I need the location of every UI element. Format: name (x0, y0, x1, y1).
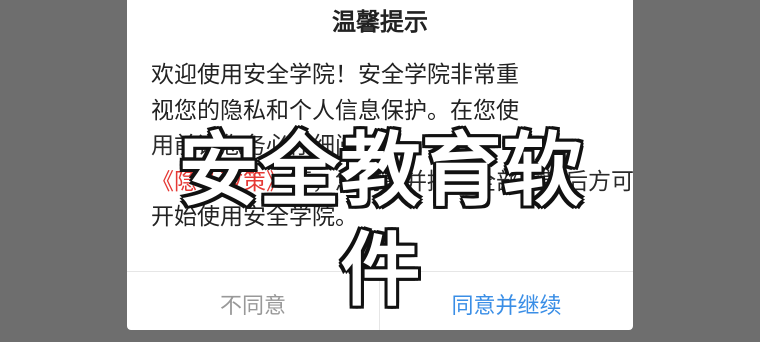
message-line-4: 《隐私政策》等，您同意并接受全部条款后方可 (151, 165, 634, 201)
disagree-button[interactable]: 不同意 (127, 272, 379, 330)
message-line-3: 用前请您务必仔细阅读 (151, 133, 381, 159)
message-line-1: 欢迎使用安全学院！安全学院非常重 (151, 62, 519, 88)
agree-continue-button[interactable]: 同意并继续 (380, 272, 633, 330)
message-line-2: 视您的隐私和个人信息保护。在您使 (151, 97, 519, 124)
message-line-4-text: 等，您同意并接受全部条款后方可 (289, 168, 634, 195)
privacy-dialog: 温馨提示 欢迎使用安全学院！安全学院非常重 视您的隐私和个人信息保护。在您使 用… (127, 0, 634, 330)
message-line-5: 开始使用安全学院。 (151, 204, 358, 230)
dialog-message: 欢迎使用安全学院！安全学院非常重 视您的隐私和个人信息保护。在您使 用前请您务必… (151, 58, 634, 236)
privacy-policy-link[interactable]: 《隐私政策》 (151, 169, 289, 195)
dialog-title: 温馨提示 (332, 8, 428, 36)
